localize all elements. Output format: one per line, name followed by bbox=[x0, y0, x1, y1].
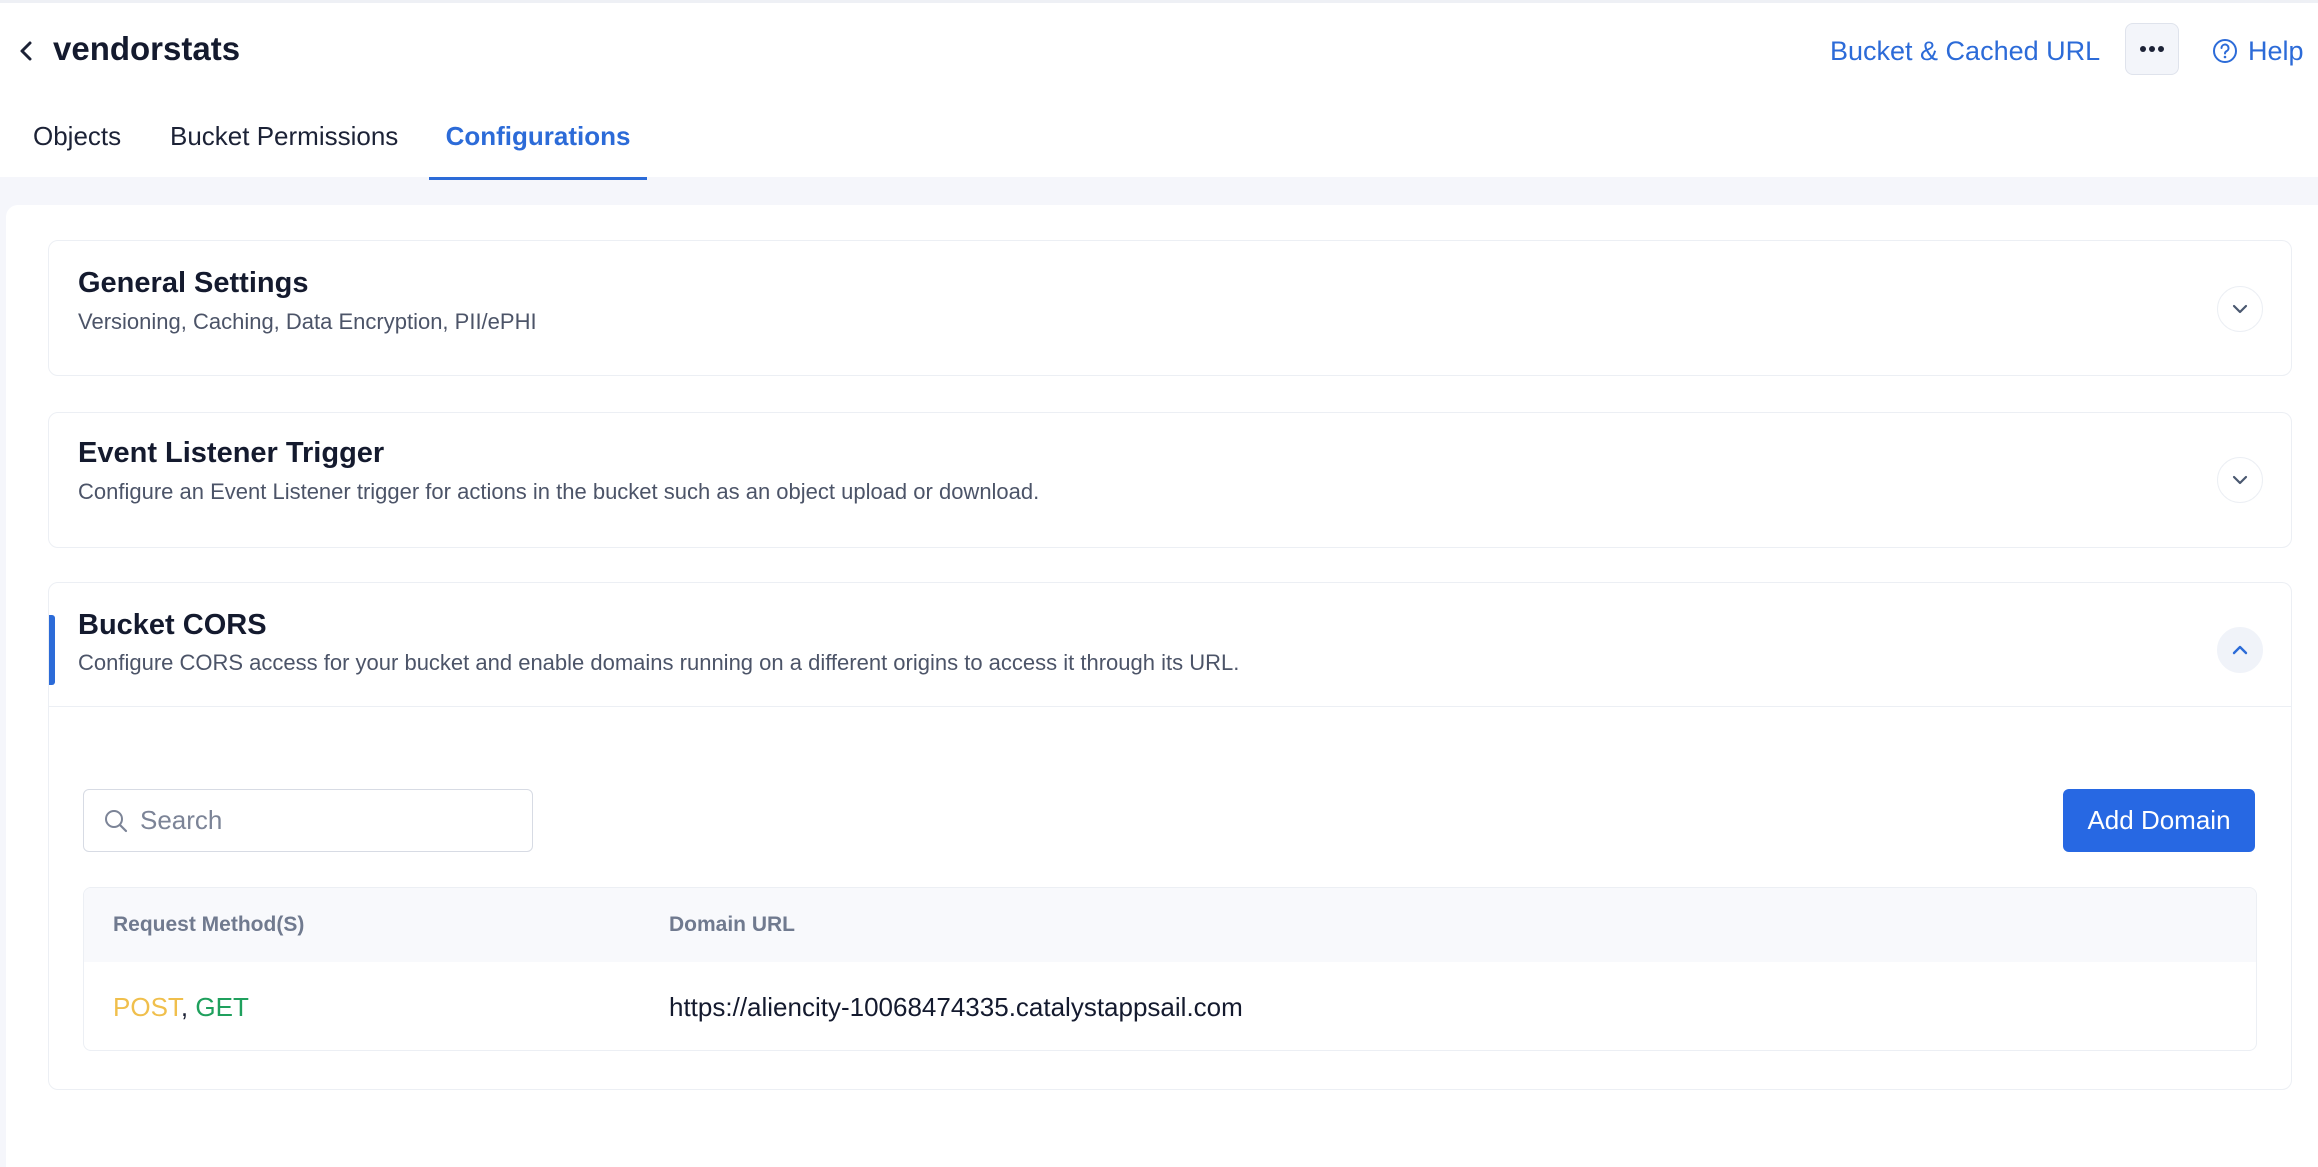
cors-domains-table: Request Method(S) Domain URL POST, GET h… bbox=[83, 887, 2257, 1051]
back-button[interactable] bbox=[14, 33, 38, 69]
domain-url-cell: https://aliencity-10068474335.catalystap… bbox=[669, 992, 1243, 1022]
bucket-cors-card: Bucket CORS Configure CORS access for yo… bbox=[48, 582, 2292, 1090]
event-listener-title: Event Listener Trigger bbox=[78, 437, 385, 469]
chevron-down-icon bbox=[2232, 304, 2248, 314]
tab-configurations[interactable]: Configurations bbox=[429, 103, 647, 180]
event-listener-description: Configure an Event Listener trigger for … bbox=[78, 479, 1040, 504]
method-get-badge: GET bbox=[195, 992, 249, 1022]
bucket-cors-description: Configure CORS access for your bucket an… bbox=[78, 650, 1240, 675]
add-domain-button[interactable]: Add Domain bbox=[2063, 789, 2255, 852]
more-horizontal-icon bbox=[2140, 46, 2164, 52]
more-options-button[interactable] bbox=[2125, 23, 2179, 75]
chevron-down-icon bbox=[2232, 475, 2248, 485]
top-bar: vendorstats Bucket & Cached URL Help Obj… bbox=[0, 0, 2318, 180]
bucket-cors-title: Bucket CORS bbox=[78, 609, 267, 641]
column-header-domain-url: Domain URL bbox=[669, 913, 795, 936]
page-title: vendorstats bbox=[53, 30, 241, 67]
bucket-cached-url-link[interactable]: Bucket & Cached URL bbox=[1830, 31, 2100, 71]
tab-bucket-permissions[interactable]: Bucket Permissions bbox=[170, 103, 398, 180]
help-label: Help bbox=[2248, 35, 2304, 66]
search-input[interactable] bbox=[140, 800, 520, 841]
general-settings-expand-button[interactable] bbox=[2217, 286, 2263, 332]
bucket-cors-collapse-button[interactable] bbox=[2217, 627, 2263, 673]
search-icon bbox=[102, 807, 130, 835]
tab-objects[interactable]: Objects bbox=[33, 103, 121, 180]
method-post-badge: POST bbox=[113, 992, 181, 1022]
general-settings-card[interactable]: General Settings Versioning, Caching, Da… bbox=[48, 240, 2292, 376]
event-listener-card[interactable]: Event Listener Trigger Configure an Even… bbox=[48, 412, 2292, 548]
event-listener-expand-button[interactable] bbox=[2217, 457, 2263, 503]
request-methods-cell: POST, GET bbox=[113, 962, 249, 1050]
table-row[interactable]: POST, GET https://aliencity-10068474335.… bbox=[84, 962, 2256, 1050]
section-divider bbox=[49, 706, 2291, 707]
help-circle-icon bbox=[2213, 39, 2237, 63]
general-settings-description: Versioning, Caching, Data Encryption, PI… bbox=[78, 309, 537, 334]
active-section-marker bbox=[49, 615, 55, 685]
chevron-left-icon bbox=[20, 41, 32, 61]
column-header-request-methods: Request Method(S) bbox=[113, 913, 305, 936]
table-header: Request Method(S) Domain URL bbox=[84, 888, 2256, 962]
chevron-up-icon bbox=[2232, 645, 2248, 655]
configurations-panel: General Settings Versioning, Caching, Da… bbox=[6, 205, 2318, 1167]
search-field[interactable] bbox=[83, 789, 533, 852]
help-link[interactable]: Help bbox=[2212, 31, 2304, 71]
general-settings-title: General Settings bbox=[78, 267, 309, 299]
method-separator: , bbox=[180, 992, 189, 1022]
